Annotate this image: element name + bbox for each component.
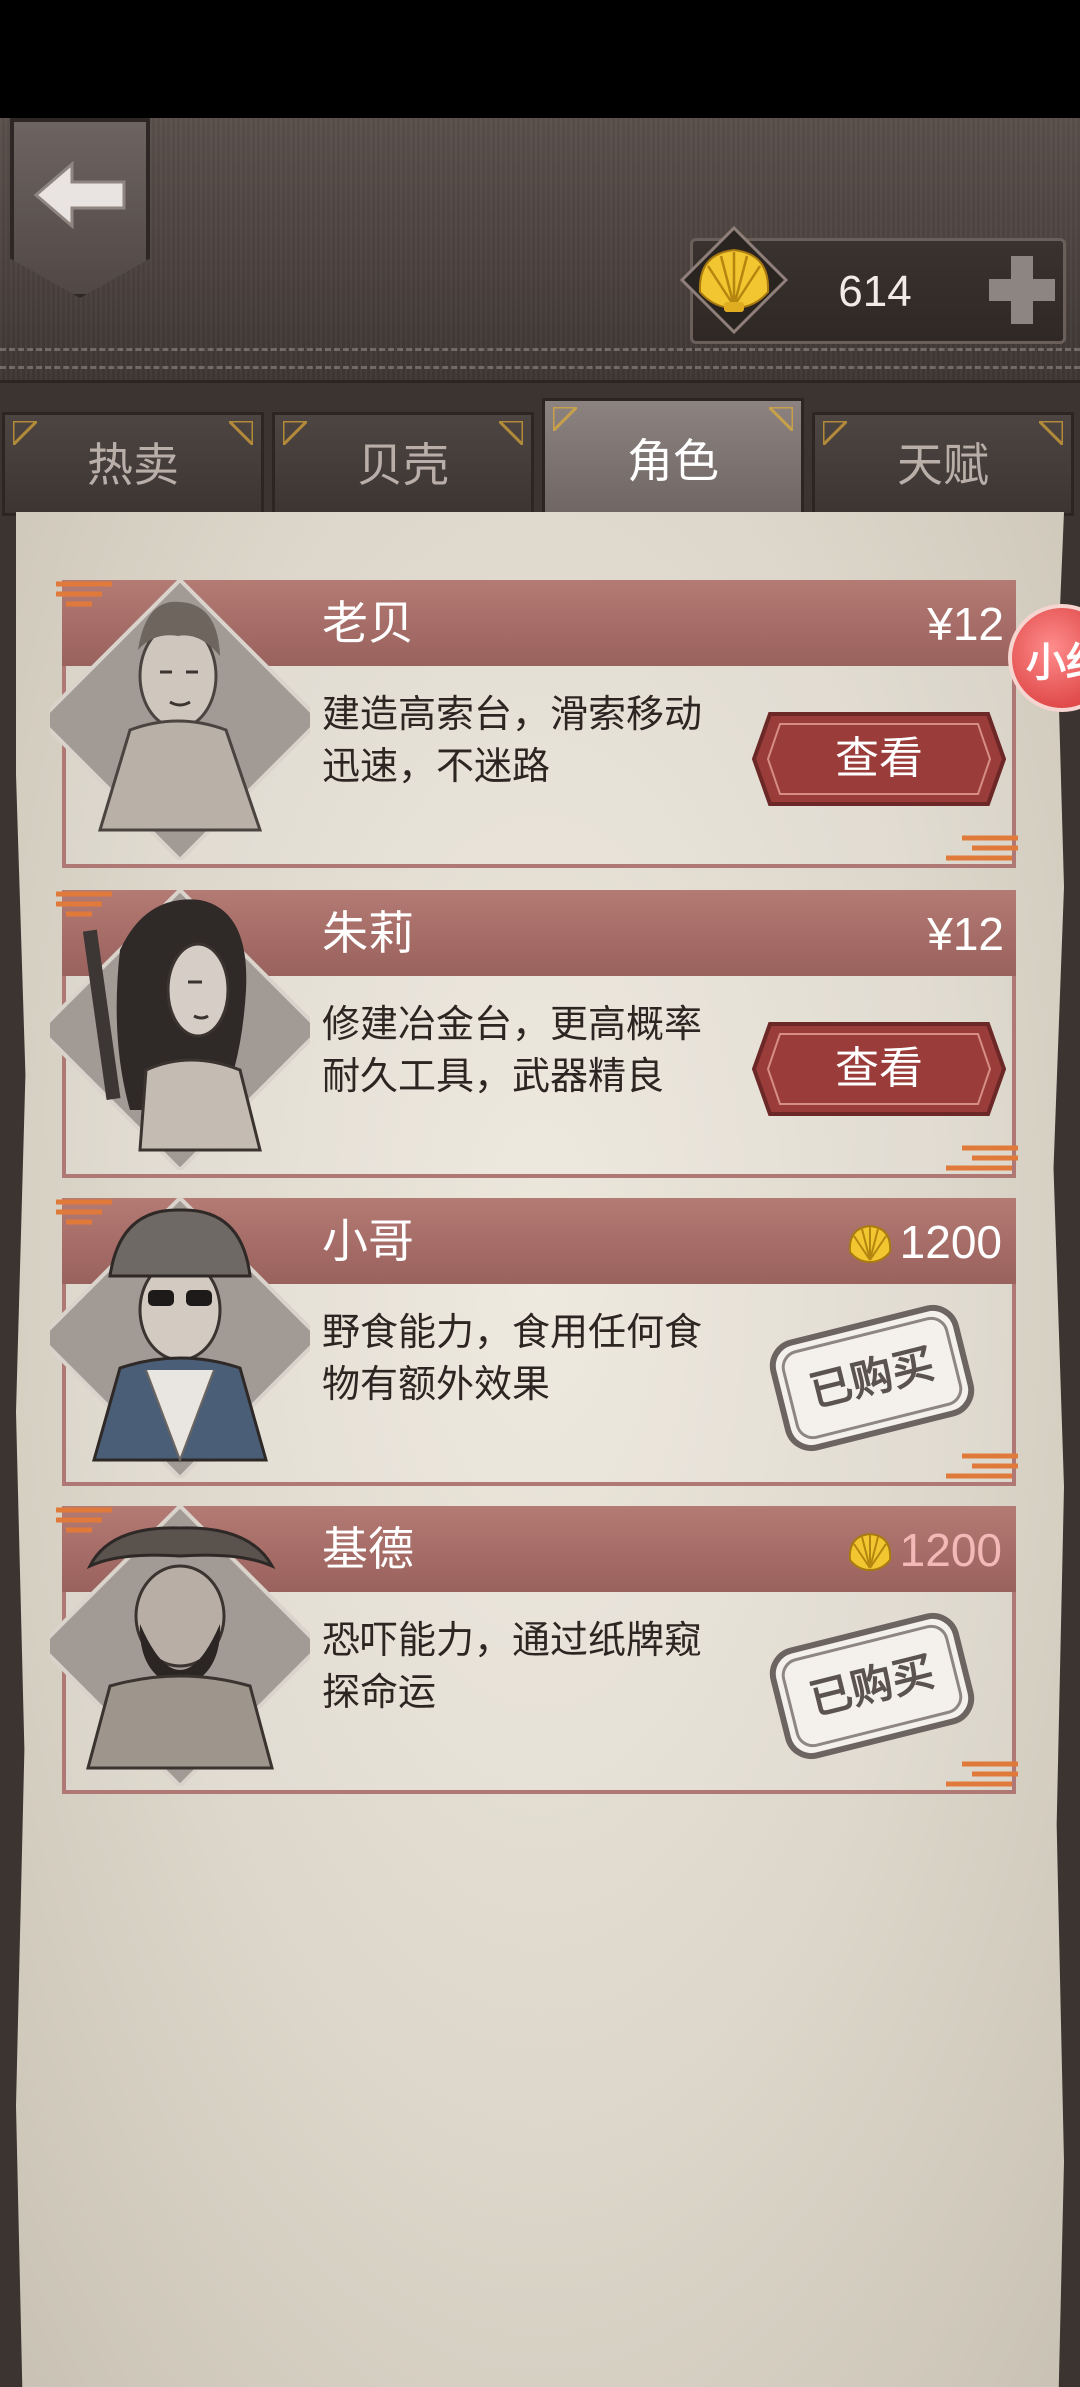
back-arrow-icon: [33, 160, 126, 230]
character-card: 老贝 ¥12 建造高索台，滑索移动迅速，不迷路 查看: [50, 580, 1018, 868]
character-portrait-zhuli: [50, 890, 310, 1170]
view-button-label: 查看: [835, 1043, 923, 1094]
character-name: 小哥: [322, 1214, 414, 1268]
character-portrait-xiaoge: [50, 1198, 310, 1478]
tab-characters[interactable]: 角色: [542, 398, 804, 518]
side-badge-label: 小红: [1026, 640, 1080, 686]
shell-count: 614: [838, 267, 912, 316]
status-bar: [0, 0, 1080, 118]
character-description: 恐吓能力，通过纸牌窥探命运: [322, 1618, 703, 1714]
add-shell-icon[interactable]: [985, 250, 1059, 330]
character-name: 朱莉: [322, 906, 414, 960]
character-price: ¥12: [927, 598, 1004, 650]
view-button[interactable]: 查看: [750, 710, 1008, 808]
shell-icon: [848, 1224, 891, 1263]
character-description: 野食能力，食用任何食物有额外效果: [322, 1310, 703, 1406]
tab-label: 热卖: [87, 438, 179, 492]
tab-hot-sale[interactable]: 热卖: [2, 412, 264, 516]
category-tabs: 热卖 贝壳 角色 天赋: [0, 398, 1080, 518]
character-price: 1200: [846, 1206, 1002, 1278]
tab-shells[interactable]: 贝壳: [272, 412, 534, 516]
character-portrait-laobei: [50, 580, 310, 860]
view-button[interactable]: 查看: [750, 1020, 1008, 1118]
tab-label: 天赋: [897, 438, 989, 492]
shell-icon: [680, 226, 788, 334]
character-card: 小哥 1200 野食能力，食用任何食物有额外效果 已购买: [50, 1198, 1018, 1486]
character-name: 老贝: [322, 596, 414, 650]
cloud-ornament-icon: [946, 835, 1018, 861]
character-portrait-jide: [50, 1506, 310, 1786]
character-description: 建造高索台，滑索移动迅速，不迷路: [322, 692, 703, 788]
character-name: 基德: [322, 1522, 414, 1576]
tab-talents[interactable]: 天赋: [812, 412, 1074, 516]
price-value: 1200: [899, 1216, 1002, 1268]
tab-label: 角色: [627, 434, 719, 488]
price-value: 1200: [899, 1524, 1002, 1576]
character-price: ¥12: [927, 908, 1004, 960]
shell-icon: [848, 1532, 891, 1571]
cloud-ornament-icon: [946, 1761, 1018, 1787]
tab-label: 贝壳: [357, 438, 449, 492]
character-card: 基德 1200 恐吓能力，通过纸牌窥探命运 已购买: [50, 1506, 1018, 1794]
character-price: 1200: [846, 1514, 1002, 1586]
view-button-label: 查看: [835, 733, 923, 784]
cloud-ornament-icon: [946, 1453, 1018, 1479]
character-description: 修建冶金台，更高概率耐久工具，武器精良: [322, 1002, 703, 1098]
character-card: 朱莉 ¥12 修建冶金台，更高概率耐久工具，武器精良 查看: [50, 890, 1018, 1178]
cloud-ornament-icon: [946, 1145, 1018, 1171]
